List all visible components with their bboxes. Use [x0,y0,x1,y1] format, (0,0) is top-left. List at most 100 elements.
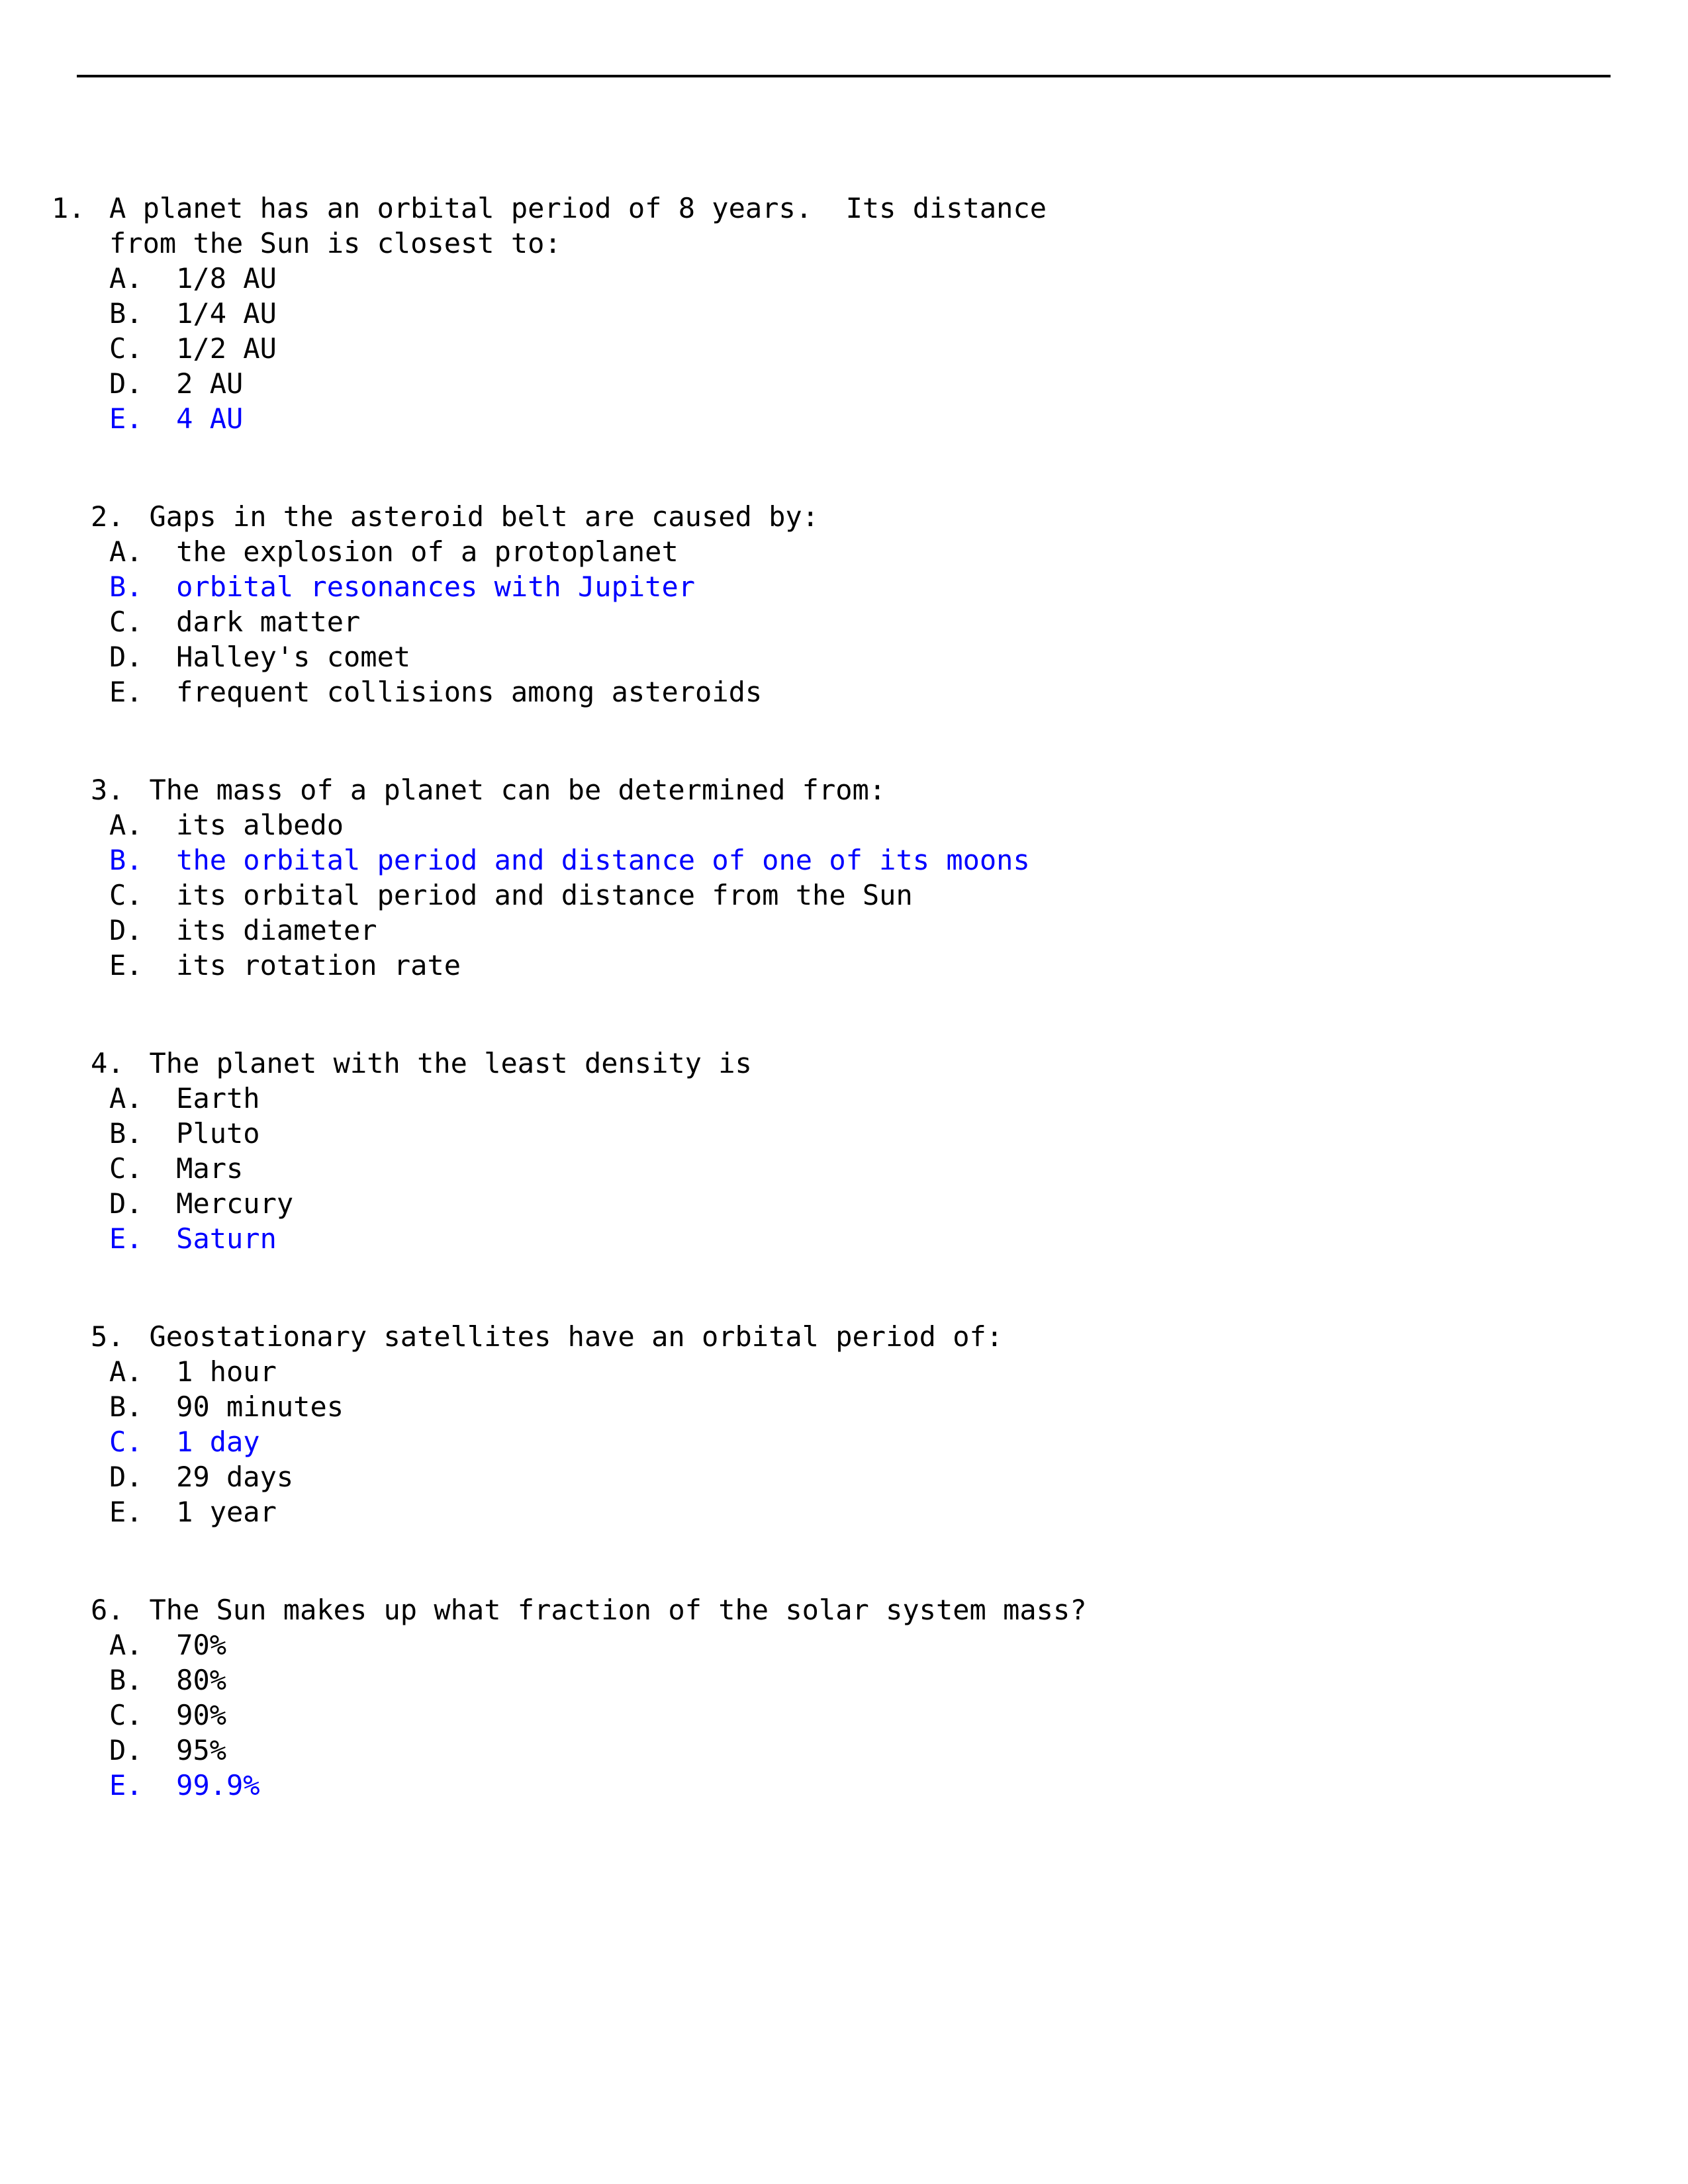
answer-option-label: 90% [176,1699,227,1731]
answer-option-label: 1/2 AU [176,332,277,365]
answer-option-spacer [143,570,177,603]
answer-option-text: A. its albedo [109,807,344,842]
answer-option-spacer [143,676,177,708]
answer-option-label: 70% [176,1629,227,1661]
answer-option[interactable]: E. 4 AU [0,401,1688,436]
answer-option-label: orbital resonances with Jupiter [176,570,696,603]
question-block: 2. Gaps in the asteroid belt are caused b… [0,499,1688,709]
answer-option-label: Halley's comet [176,641,411,673]
question-text: The planet with the least density is [149,1047,752,1079]
answer-option[interactable]: A. 1/8 AU [0,261,1688,296]
answer-option-spacer [143,1117,177,1150]
answer-option[interactable]: B. Pluto [0,1116,1688,1151]
question-text: The mass of a planet can be determined f… [149,774,886,806]
answer-option-spacer [143,1769,177,1801]
answer-option-letter: D. [109,641,143,673]
answer-option[interactable]: D. 29 days [0,1459,1688,1494]
answer-option[interactable]: C. Mars [0,1151,1688,1186]
answer-option[interactable]: C. its orbital period and distance from … [0,878,1688,913]
answer-option[interactable]: A. its albedo [0,807,1688,842]
answer-option[interactable]: E. its rotation rate [0,948,1688,983]
answer-option-letter: D. [109,1734,143,1766]
question-number: 1. [52,192,85,224]
answer-option[interactable]: A. 70% [0,1627,1688,1662]
answer-option[interactable]: E. frequent collisions among asteroids [0,674,1688,709]
answer-option-spacer [143,1222,177,1255]
answer-option-spacer [143,1496,177,1528]
answer-option[interactable]: B. the orbital period and distance of on… [0,842,1688,878]
answer-option-letter: D. [109,1461,143,1493]
answer-option-letter: B. [109,297,143,330]
answer-option-label: Mercury [176,1187,294,1220]
answer-option-text: A. Earth [109,1081,260,1116]
answer-option-label: 2 AU [176,367,244,400]
answer-option-spacer [143,262,177,295]
answer-option[interactable]: E. 1 year [0,1494,1688,1529]
answer-option-letter: B. [109,1664,143,1696]
answer-option-label: the explosion of a protoplanet [176,535,679,568]
answer-option-letter: A. [109,262,143,295]
answer-option-label: 1/8 AU [176,262,277,295]
answer-option[interactable]: C. 1/2 AU [0,331,1688,366]
answer-option-spacer [143,1390,177,1423]
answer-option-spacer [143,1426,177,1458]
answer-option-text: A. 1/8 AU [109,261,277,296]
answer-option-spacer [143,367,177,400]
question-text: Gaps in the asteroid belt are caused by: [149,500,819,533]
answer-option[interactable]: A. Earth [0,1081,1688,1116]
answer-option-letter: E. [109,402,143,435]
answer-option-letter: D. [109,914,143,946]
header-rule-divider [77,75,1611,77]
answer-option[interactable]: B. 90 minutes [0,1389,1688,1424]
answer-option-label: the orbital period and distance of one o… [176,844,1030,876]
answer-option[interactable]: E. 99.9% [0,1768,1688,1803]
answer-option-letter: E. [109,676,143,708]
question-prompt-line: 1. A planet has an orbital period of 8 ye… [0,191,1688,226]
answer-option[interactable]: C. dark matter [0,604,1688,639]
answer-option-label: its diameter [176,914,377,946]
answer-option-label: 1 day [176,1426,260,1458]
answer-option-label: 4 AU [176,402,244,435]
answer-option-text: D. 95% [109,1733,226,1768]
answer-option-letter: E. [109,1496,143,1528]
answer-option-correct: E. Saturn [109,1221,277,1256]
answer-option[interactable]: E. Saturn [0,1221,1688,1256]
answer-option[interactable]: D. its diameter [0,913,1688,948]
answer-option[interactable]: B. 1/4 AU [0,296,1688,331]
answer-option[interactable]: D. 95% [0,1733,1688,1768]
answer-option-text: D. 2 AU [109,366,243,401]
answer-option-letter: C. [109,332,143,365]
answer-option-letter: A. [109,1355,143,1388]
answer-option[interactable]: B. orbital resonances with Jupiter [0,569,1688,604]
answer-option-text: C. dark matter [109,604,360,639]
answer-option-spacer [143,949,177,981]
answer-option-correct: C. 1 day [109,1424,260,1459]
answer-option-label: its rotation rate [176,949,461,981]
answer-option[interactable]: D. 2 AU [0,366,1688,401]
answer-option-label: Mars [176,1152,244,1185]
answer-option-text: D. Mercury [109,1186,293,1221]
answer-option-label: 1 hour [176,1355,277,1388]
answer-option-text: A. the explosion of a protoplanet [109,534,679,569]
question-prompt-line: 3. The mass of a planet can be determined… [0,772,1688,807]
answer-option-label: 80% [176,1664,227,1696]
answer-option[interactable]: D. Mercury [0,1186,1688,1221]
answer-option-text: C. its orbital period and distance from … [109,878,913,913]
answer-option-label: frequent collisions among asteroids [176,676,763,708]
answer-option[interactable]: B. 80% [0,1662,1688,1698]
answer-option[interactable]: A. the explosion of a protoplanet [0,534,1688,569]
answer-option-text: E. 1 year [109,1494,277,1529]
quiz-page: 1. A planet has an orbital period of 8 ye… [0,0,1688,2184]
question-prompt-line: 5. Geostationary satellites have an orbit… [0,1319,1688,1354]
answer-option-text: E. frequent collisions among asteroids [109,674,762,709]
answer-option-letter: C. [109,606,143,638]
answer-option[interactable]: C. 90% [0,1698,1688,1733]
answer-option[interactable]: C. 1 day [0,1424,1688,1459]
answer-option-spacer [143,809,177,841]
answer-option-spacer [143,1461,177,1493]
answer-option[interactable]: D. Halley's comet [0,639,1688,674]
answer-option-spacer [143,332,177,365]
answer-option[interactable]: A. 1 hour [0,1354,1688,1389]
answer-option-letter: C. [109,1699,143,1731]
question-number: 5. [91,1320,124,1353]
